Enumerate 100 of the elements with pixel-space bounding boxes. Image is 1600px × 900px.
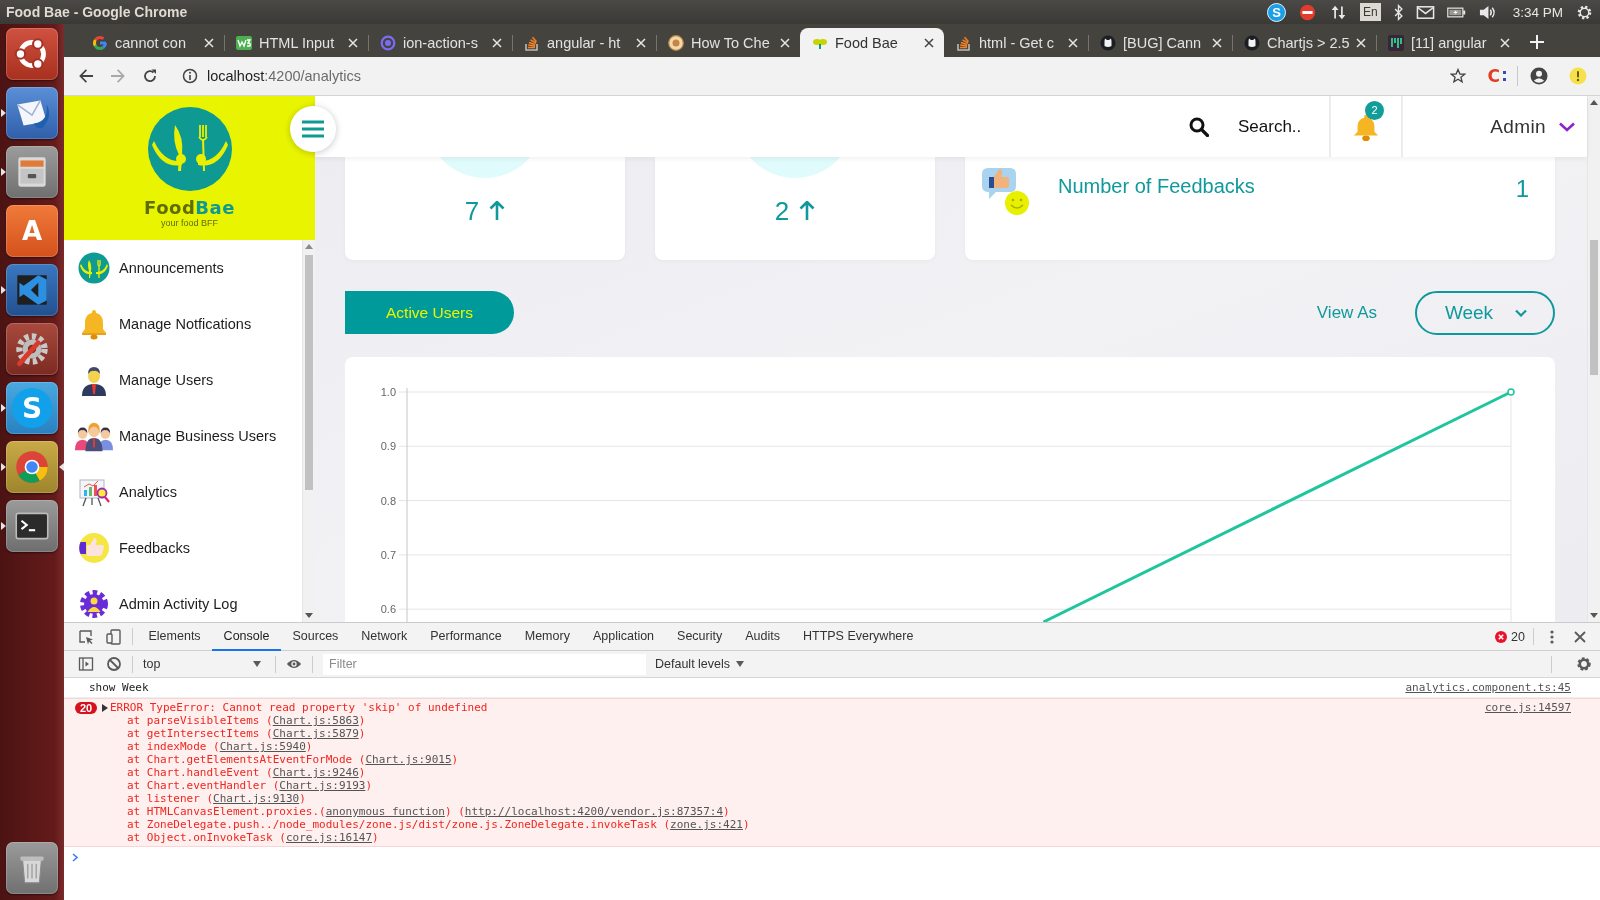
sidebar-item[interactable]: Feedbacks <box>64 520 302 576</box>
address-bar[interactable]: localhost:4200/analytics <box>182 61 1442 91</box>
source-link[interactable]: analytics.component.ts:45 <box>1405 681 1571 694</box>
browser-tab[interactable]: Food Bae <box>800 28 944 57</box>
prompt-chevron-icon[interactable] <box>72 852 78 862</box>
browser-tab[interactable]: How To Che <box>656 28 800 57</box>
source-link[interactable]: anonymous function <box>325 805 445 818</box>
source-link[interactable]: Chart.js:5863 <box>272 714 359 727</box>
browser-tab[interactable]: angular - ht <box>512 28 656 57</box>
scroll-down-icon[interactable] <box>1590 613 1598 618</box>
launcher-button[interactable] <box>6 28 58 80</box>
devtools-tab[interactable]: Network <box>349 623 419 651</box>
stack-trace-line: at Chart.handleEvent (Chart.js:9246) <box>126 766 367 779</box>
browser-tab[interactable]: cannot con <box>80 28 224 57</box>
devtools-tab[interactable]: Sources <box>281 623 350 651</box>
y-axis-label: 0.6 <box>380 603 396 616</box>
info-icon[interactable] <box>182 68 198 84</box>
sidebar-item[interactable]: Manage Notfications <box>64 296 302 352</box>
stack-trace-line: at parseVisibleItems (Chart.js:5863) <box>126 714 367 727</box>
scroll-up-icon[interactable] <box>305 244 313 249</box>
source-link[interactable]: core.js:14597 <box>1484 701 1571 714</box>
scrollbar-thumb[interactable] <box>1590 240 1598 375</box>
close-icon[interactable] <box>1572 628 1588 645</box>
source-link[interactable]: Chart.js:9130 <box>213 792 300 805</box>
chevron-down-icon[interactable] <box>1559 121 1575 132</box>
plus-icon[interactable] <box>1530 35 1544 49</box>
stat-value: 2 <box>774 195 790 227</box>
browser-tab[interactable]: html - Get c <box>944 28 1088 57</box>
settings-icon[interactable] <box>1576 656 1592 672</box>
filter-field[interactable]: Filter <box>323 653 646 675</box>
source-link[interactable]: zone.js:421 <box>670 818 743 831</box>
star-icon[interactable] <box>1449 68 1466 84</box>
devtools-tab[interactable]: Memory <box>513 623 582 651</box>
back-arrow-icon[interactable] <box>78 68 94 84</box>
sidebar-item[interactable]: Announcements <box>64 240 302 296</box>
scrollbar[interactable] <box>302 240 315 622</box>
keyboard-layout-indicator[interactable]: En <box>1360 3 1381 21</box>
user-name[interactable]: Admin <box>1490 115 1546 138</box>
scroll-down-icon[interactable] <box>305 613 313 618</box>
launcher-button[interactable] <box>6 87 58 139</box>
chevron-down-icon <box>1515 308 1528 317</box>
source-link[interactable]: Chart.js:5940 <box>219 740 306 753</box>
stack-trace-line: at listener (Chart.js:9130) <box>126 792 307 805</box>
sidebar-toggle-icon[interactable] <box>78 656 94 672</box>
scroll-up-icon[interactable] <box>1590 100 1598 105</box>
search-field[interactable]: Search.. <box>1238 114 1326 139</box>
stack-trace-line: at Object.onInvokeTask (core.js:16147) <box>126 831 380 844</box>
bluetooth-icon[interactable] <box>1392 3 1404 21</box>
search-icon[interactable] <box>1189 116 1209 137</box>
account-icon[interactable] <box>1530 67 1548 85</box>
devtools-tab[interactable]: Elements <box>137 623 213 651</box>
launcher-button[interactable] <box>6 500 58 552</box>
power-gear-icon[interactable] <box>1575 3 1594 21</box>
y-axis-label: 0.7 <box>380 548 396 561</box>
browser-tab[interactable]: [11] angular <box>1376 28 1520 57</box>
launcher-button[interactable] <box>6 264 58 316</box>
close-icon[interactable] <box>924 37 934 48</box>
sidebar-item[interactable]: Analytics <box>64 464 302 520</box>
clear-console-icon[interactable] <box>106 656 122 672</box>
mail-icon[interactable] <box>1415 3 1435 21</box>
sidebar-item[interactable]: Admin Activity Log <box>64 576 302 622</box>
launcher-button[interactable] <box>6 323 58 375</box>
devtools-tab[interactable]: Audits <box>733 623 792 651</box>
browser-tab[interactable]: Chartjs > 2.5 <box>1232 28 1376 57</box>
launcher-button[interactable] <box>6 842 58 894</box>
context-select[interactable]: top <box>139 654 271 674</box>
source-link[interactable]: Chart.js:5879 <box>272 727 359 740</box>
launcher-button[interactable] <box>6 146 58 198</box>
devtools-tab[interactable]: Application <box>581 623 666 651</box>
stack-trace-line: at Chart.eventHandler (Chart.js:9193) <box>126 779 374 792</box>
expand-triangle-icon[interactable] <box>102 704 109 712</box>
levels-dropdown[interactable]: Default levels <box>655 654 745 674</box>
devtools-tab[interactable]: Security <box>665 623 734 651</box>
source-link[interactable]: Chart.js:9193 <box>279 779 366 792</box>
source-link[interactable]: core.js:16147 <box>285 831 373 844</box>
device-toggle-icon[interactable] <box>106 628 122 645</box>
source-link[interactable]: Chart.js:9246 <box>272 766 359 779</box>
no-entry-icon[interactable] <box>1298 3 1318 21</box>
source-link[interactable]: http://localhost:4200/vendor.js:87357:4 <box>464 805 724 818</box>
clock[interactable]: 3:34 PM <box>1512 4 1563 20</box>
scrollbar[interactable] <box>1587 96 1600 622</box>
alert-icon[interactable] <box>1569 67 1587 85</box>
chart-board-icon <box>78 476 110 508</box>
scrollbar-thumb[interactable] <box>305 255 313 490</box>
sidebar-item[interactable]: Manage Users <box>64 352 302 408</box>
metric-value: 1 <box>1515 175 1529 203</box>
browser-tab[interactable]: ion-action-s <box>368 28 512 57</box>
inspect-cursor-icon[interactable] <box>78 628 94 645</box>
sidebar-item[interactable]: Manage Business Users <box>64 408 302 464</box>
reload-icon[interactable] <box>142 68 158 84</box>
error-count[interactable]: 20 <box>1511 629 1525 644</box>
menu-icon <box>302 120 324 138</box>
round-badge-icon <box>668 34 684 51</box>
source-link[interactable]: Chart.js:9015 <box>365 753 452 766</box>
browser-tab[interactable]: HTML Input <box>224 28 368 57</box>
window-title: Food Bae - Google Chrome <box>5 4 188 20</box>
browser-tab[interactable]: [BUG] Cann <box>1088 28 1232 57</box>
devtools-tab[interactable]: Performance <box>418 623 514 651</box>
devtools-tab[interactable]: HTTPS Everywhere <box>791 623 925 651</box>
stack-trace-line: at ZoneDelegate.push../node_modules/zone.js/dist/zone.js.ZoneDelegate.invokeTask (zone.js:421) <box>126 818 751 831</box>
